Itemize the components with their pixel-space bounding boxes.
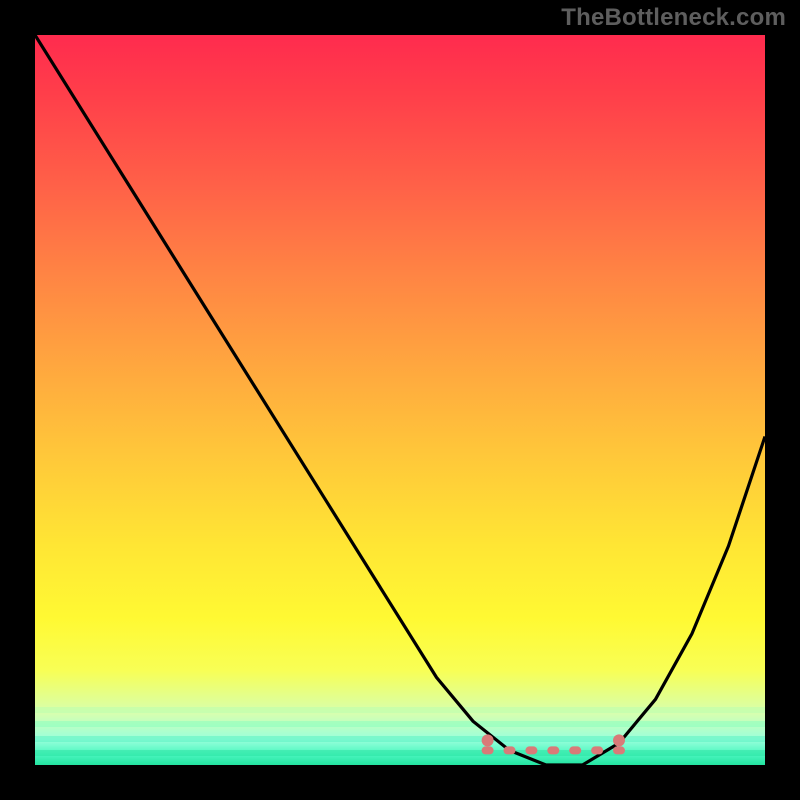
flat-marker [569,746,581,754]
curve-line [35,35,765,765]
flat-marker [613,746,625,754]
flat-marker [591,746,603,754]
flat-marker [547,746,559,754]
bottleneck-curve [35,35,765,765]
chart-frame: TheBottleneck.com [0,0,800,800]
flat-marker [482,746,494,754]
plot-area [35,35,765,765]
flat-marker [504,746,516,754]
flat-marker [525,746,537,754]
flat-end-dot [613,734,625,746]
flat-end-dot [482,734,494,746]
attribution-label: TheBottleneck.com [561,4,786,32]
